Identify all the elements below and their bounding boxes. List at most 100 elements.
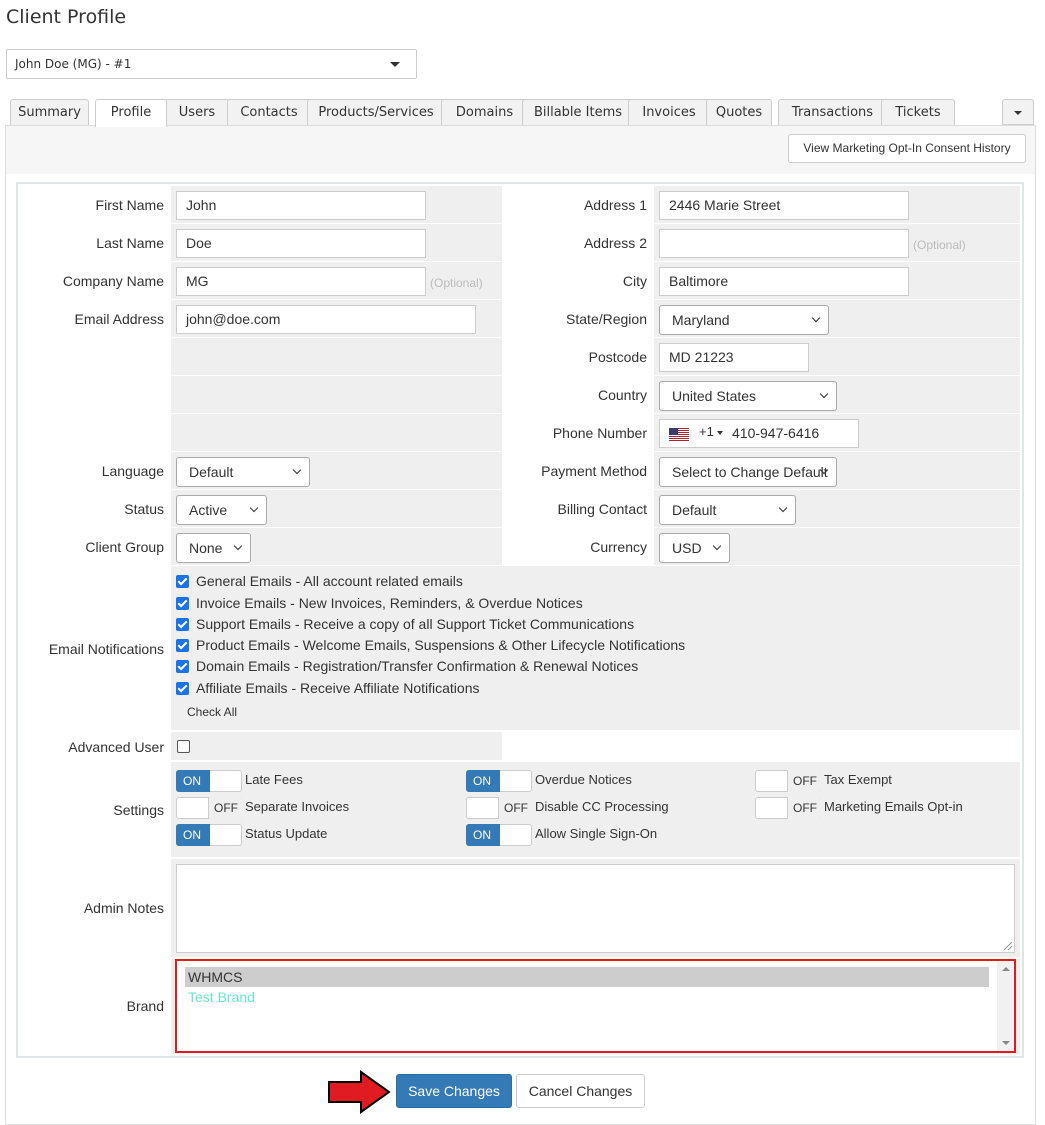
general-emails-label: General Emails - All account related ema…: [196, 573, 463, 589]
disable-cc-toggle[interactable]: OFF: [466, 797, 532, 819]
billing-contact-value: Default: [672, 502, 717, 518]
client-selector-value: John Doe (MG) - #1: [15, 57, 132, 71]
phone-label: Phone Number: [552, 425, 647, 441]
tab-more-button[interactable]: [1002, 99, 1034, 125]
late-fees-toggle[interactable]: ON: [176, 770, 242, 792]
field-bg: [171, 732, 502, 760]
tab-domains[interactable]: Domains: [441, 99, 528, 125]
currency-select[interactable]: USD: [659, 533, 730, 563]
invoice-emails-checkbox[interactable]: [176, 597, 189, 610]
tax-exempt-toggle[interactable]: OFF: [755, 770, 821, 792]
cancel-changes-button[interactable]: Cancel Changes: [516, 1074, 645, 1108]
payment-method-value: Select to Change Default: [672, 464, 828, 480]
country-select[interactable]: United States: [659, 381, 837, 411]
last-name-label: Last Name: [96, 235, 164, 251]
toggle-off: OFF: [787, 770, 821, 792]
postcode-label: Postcode: [588, 349, 647, 365]
language-value: Default: [189, 464, 234, 480]
tax-exempt-label: Tax Exempt: [824, 772, 892, 787]
tab-profile[interactable]: Profile: [95, 99, 167, 127]
caret-down-icon: [1014, 111, 1022, 115]
language-select[interactable]: Default: [176, 457, 310, 487]
product-emails-checkbox[interactable]: [176, 639, 189, 652]
tab-tickets[interactable]: Tickets: [881, 99, 955, 125]
state-select[interactable]: Maryland: [659, 305, 829, 335]
overdue-notices-toggle[interactable]: ON: [466, 770, 532, 792]
tab-summary[interactable]: Summary: [10, 99, 89, 125]
chevron-down-icon: [712, 541, 722, 551]
language-label: Language: [101, 463, 164, 479]
chevron-down-icon: [249, 503, 259, 513]
brand-listbox[interactable]: WHMCS Test Brand: [175, 959, 1016, 1053]
toggle-on: ON: [466, 824, 500, 846]
client-selector[interactable]: John Doe (MG) - #1: [6, 49, 417, 79]
us-flag-icon[interactable]: [669, 428, 689, 441]
caret-down-icon: [390, 62, 400, 67]
tab-transactions[interactable]: Transactions: [778, 99, 887, 125]
general-emails-checkbox[interactable]: [176, 575, 189, 588]
support-emails-checkbox[interactable]: [176, 618, 189, 631]
tab-users[interactable]: Users: [164, 99, 230, 125]
advanced-user-checkbox[interactable]: [177, 740, 190, 753]
first-name-input[interactable]: John: [176, 191, 426, 220]
domain-emails-label: Domain Emails - Registration/Transfer Co…: [196, 658, 639, 674]
status-update-toggle[interactable]: ON: [176, 824, 242, 846]
disable-cc-label: Disable CC Processing: [535, 799, 669, 814]
sso-toggle[interactable]: ON: [466, 824, 532, 846]
status-select[interactable]: Active: [176, 495, 267, 525]
product-emails-label: Product Emails - Welcome Emails, Suspens…: [196, 637, 686, 653]
address2-input[interactable]: [659, 229, 909, 258]
admin-notes-label: Admin Notes: [83, 900, 164, 916]
brand-option-test-brand[interactable]: Test Brand: [185, 987, 989, 1007]
scroll-down-icon[interactable]: [1002, 1041, 1010, 1045]
last-name-input[interactable]: Doe: [176, 229, 426, 258]
country-label: Country: [597, 387, 647, 403]
phone-dial-code[interactable]: +1: [699, 424, 714, 439]
check-all-link[interactable]: Check All: [187, 705, 237, 719]
billing-contact-select[interactable]: Default: [659, 495, 796, 525]
page-title: Client Profile: [6, 6, 127, 28]
tab-products-services[interactable]: Products/Services: [307, 99, 445, 125]
postcode-input[interactable]: MD 21223: [659, 343, 809, 372]
status-value: Active: [189, 502, 228, 518]
toggle-off: OFF: [208, 797, 242, 819]
phone-input[interactable]: 410-947-6416: [659, 419, 859, 448]
toggle-off: OFF: [498, 797, 532, 819]
city-input[interactable]: Baltimore: [659, 267, 909, 296]
client-group-select[interactable]: None: [176, 533, 251, 563]
chevron-down-icon: [292, 465, 302, 475]
city-label: City: [622, 273, 647, 289]
consent-history-button[interactable]: View Marketing Opt-In Consent History: [788, 134, 1026, 163]
affiliate-emails-label: Affiliate Emails - Receive Affiliate Not…: [196, 680, 480, 696]
scroll-up-icon[interactable]: [1002, 967, 1010, 971]
brand-scrollbar[interactable]: [997, 961, 1014, 1051]
affiliate-emails-checkbox[interactable]: [176, 682, 189, 695]
tab-quotes[interactable]: Quotes: [706, 99, 772, 125]
invoice-emails-label: Invoice Emails - New Invoices, Reminders…: [196, 595, 583, 611]
client-group-value: None: [189, 540, 223, 556]
field-bg: [171, 414, 502, 451]
admin-notes-textarea[interactable]: [176, 864, 1015, 953]
tab-contacts[interactable]: Contacts: [227, 99, 311, 125]
company-name-input[interactable]: MG: [176, 267, 426, 296]
payment-method-label: Payment Method: [541, 463, 647, 479]
brand-label: Brand: [126, 998, 164, 1014]
currency-label: Currency: [590, 539, 647, 555]
toggle-on: ON: [176, 824, 210, 846]
marketing-optin-toggle[interactable]: OFF: [755, 797, 821, 819]
first-name-label: First Name: [95, 197, 164, 213]
brand-option-whmcs[interactable]: WHMCS: [185, 967, 989, 987]
domain-emails-checkbox[interactable]: [176, 660, 189, 673]
address2-optional-hint: (Optional): [913, 238, 966, 252]
address1-input[interactable]: 2446 Marie Street: [659, 191, 909, 220]
tab-billable-items[interactable]: Billable Items: [522, 99, 634, 125]
separate-invoices-toggle[interactable]: OFF: [176, 797, 242, 819]
email-label: Email Address: [74, 311, 164, 327]
tab-invoices[interactable]: Invoices: [628, 99, 710, 125]
resize-grip-icon[interactable]: [1004, 942, 1012, 950]
save-changes-button[interactable]: Save Changes: [396, 1074, 512, 1108]
billing-contact-label: Billing Contact: [557, 501, 648, 517]
email-input[interactable]: john@doe.com: [176, 305, 476, 334]
chevron-down-icon: [819, 389, 829, 399]
payment-method-select[interactable]: Select to Change Default: [659, 457, 837, 487]
